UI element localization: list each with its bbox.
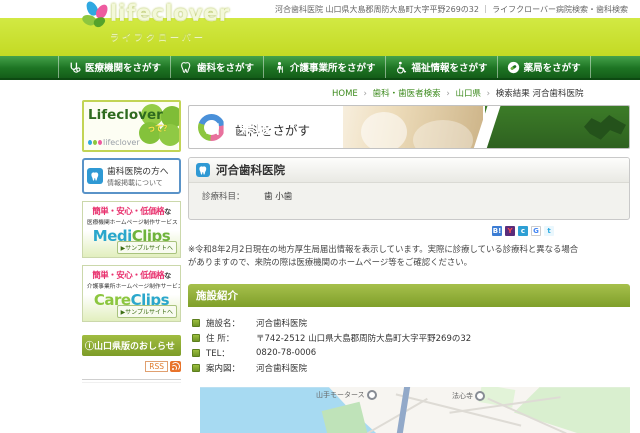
tooth-icon [87, 168, 103, 184]
clover-petals-mini-icon [88, 140, 102, 145]
breadcrumb: HOME › 歯科・歯医者検索 › 山口県 › 検索結果 河合歯科医院 [332, 87, 583, 99]
sidebar-divider [82, 379, 181, 383]
nav-tab-label: 介護事業所をさがす [290, 60, 376, 74]
tooth-icon [180, 61, 193, 74]
twitter-icon[interactable]: t [544, 226, 554, 236]
lifeclover-banner-title: Lifeclover [88, 107, 163, 123]
lifeclover-banner-suffix: って？ [147, 123, 171, 134]
department-label: 診療科目： [202, 190, 264, 202]
nav-tab-medical[interactable]: 医療機関をさがす [58, 56, 170, 78]
logo-kana: ライフクローバー [110, 30, 230, 43]
careclips-banner[interactable]: 簡単・安心・低価格な 介護事業所ホームページ制作サービス CareClips ▶… [82, 265, 181, 322]
main-nav: 医療機関をさがす 歯科をさがす 介護事業所をさがす 福祉情報をさがす [0, 56, 640, 80]
green-square-bullet-icon [192, 349, 200, 357]
mediclips-subtitle: 医療機関ホームページ制作サービス [87, 217, 176, 225]
department-value: 歯 小歯 [264, 190, 292, 202]
livedoor-clip-icon[interactable]: c [518, 226, 528, 236]
breadcrumb-home[interactable]: HOME [332, 89, 358, 99]
sidebar: Lifeclover って？ lifeclover 歯科医院の方へ 情報掲載につ… [82, 100, 181, 383]
nav-tab-label: 福祉情報をさがす [412, 60, 488, 74]
rss-link[interactable]: RSS [145, 361, 168, 372]
yahoo-bookmark-icon[interactable]: Y [505, 226, 515, 236]
clinic-name: 河合歯科医院 [216, 162, 285, 178]
facility-detail-list: 施設名： 河合歯科医院 住 所： 〒742-2512 山口県大島郡周防大島町大字… [188, 307, 630, 379]
dentist-info-banner[interactable]: 歯科医院の方へ 情報掲載について [82, 158, 181, 194]
nav-tab-pharmacy[interactable]: 薬局をさがす [497, 56, 591, 78]
nav-tab-care[interactable]: 介護事業所をさがす [263, 56, 385, 78]
edition-label: 山口県版 [205, 117, 273, 138]
facility-row-map-link: 案内図： 河合歯科医院 [188, 362, 630, 374]
nav-tab-label: 歯科をさがす [197, 60, 254, 74]
lifeclover-about-banner[interactable]: Lifeclover って？ lifeclover [82, 100, 181, 152]
dentist-banner-line1: 歯科医院の方へ [107, 164, 169, 177]
notice-text: ※令和8年2月2日現在の地方厚生局届出情報を表示しています。実際に診療している診… [188, 243, 630, 268]
nav-tab-label: 医療機関をさがす [85, 60, 161, 74]
careclips-sample-button[interactable]: ▶サンプルサイトへ [117, 305, 177, 318]
info-circle-icon: ⓘ [85, 342, 94, 352]
logo-wordmark: lifeclover [110, 1, 230, 25]
section-banner: 歯科をさがす 山口県版 [188, 105, 630, 149]
rss-icon[interactable] [170, 361, 181, 372]
page-title: 河合歯科医院 山口県大島郡周防大島町大字平野269の32 ｜ ライフクローバー病… [275, 4, 628, 15]
google-bookmark-icon[interactable]: G [531, 226, 541, 236]
facility-row-name: 施設名： 河合歯科医院 [188, 317, 630, 329]
location-map[interactable]: 山手モータース 法心寺 [200, 387, 630, 433]
map-poi-label: 山手モータース [316, 390, 377, 400]
breadcrumb-yamaguchi[interactable]: 山口県 [455, 89, 481, 99]
social-bookmark-bar: B! Y c G t [188, 226, 554, 236]
site-logo[interactable]: lifeclover ライフクローバー [84, 1, 230, 43]
breadcrumb-current: 検索結果 河合歯科医院 [496, 89, 584, 99]
facility-section-header: 施設紹介 [188, 284, 630, 307]
stethoscope-icon [68, 61, 81, 74]
mediclips-banner[interactable]: 簡単・安心・低価格な 医療機関ホームページ制作サービス MediClips ▶サ… [82, 201, 181, 258]
lifeclover-banner-small-logo: lifeclover [103, 138, 140, 147]
banner-photo [343, 106, 483, 148]
main-content: 歯科をさがす 山口県版 河合歯科医院 診療科目： 歯 小歯 B! Y c G t… [188, 105, 630, 433]
tooth-icon [196, 163, 210, 177]
mediclips-sample-button[interactable]: ▶サンプルサイトへ [117, 241, 177, 254]
breadcrumb-dental-search[interactable]: 歯科・歯医者検索 [373, 89, 441, 99]
wheelchair-icon [395, 61, 408, 74]
green-square-bullet-icon [192, 334, 200, 342]
capsule-icon [507, 61, 520, 74]
hatena-bookmark-icon[interactable]: B! [492, 226, 502, 236]
nav-tab-label: 薬局をさがす [524, 60, 581, 74]
mediclips-catch: 簡単・安心・低価格 [92, 207, 164, 217]
poi-circle-icon [367, 390, 377, 400]
clover-petals-icon [84, 1, 108, 35]
clinic-summary-box: 河合歯科医院 診療科目： 歯 小歯 [188, 157, 630, 220]
nav-tab-dental[interactable]: 歯科をさがす [170, 56, 263, 78]
prefecture-news-bar[interactable]: ⓘ山口県版のおしらせ [82, 335, 181, 356]
news-bar-label: 山口県版のおしらせ [94, 342, 175, 352]
facility-row-tel: TEL： 0820-78-0006 [188, 347, 630, 359]
green-square-bullet-icon [192, 364, 200, 372]
careclips-catch: 簡単・安心・低価格 [92, 271, 164, 281]
careclips-subtitle: 介護事業所ホームページ制作サービス [87, 281, 176, 289]
caregiver-icon [273, 61, 286, 74]
nav-tab-welfare[interactable]: 福祉情報をさがす [385, 56, 497, 78]
green-square-bullet-icon [192, 319, 200, 327]
facility-row-address: 住 所： 〒742-2512 山口県大島郡周防大島町大字平野269の32 [188, 332, 630, 344]
dentist-banner-line2: 情報掲載について [107, 178, 169, 188]
